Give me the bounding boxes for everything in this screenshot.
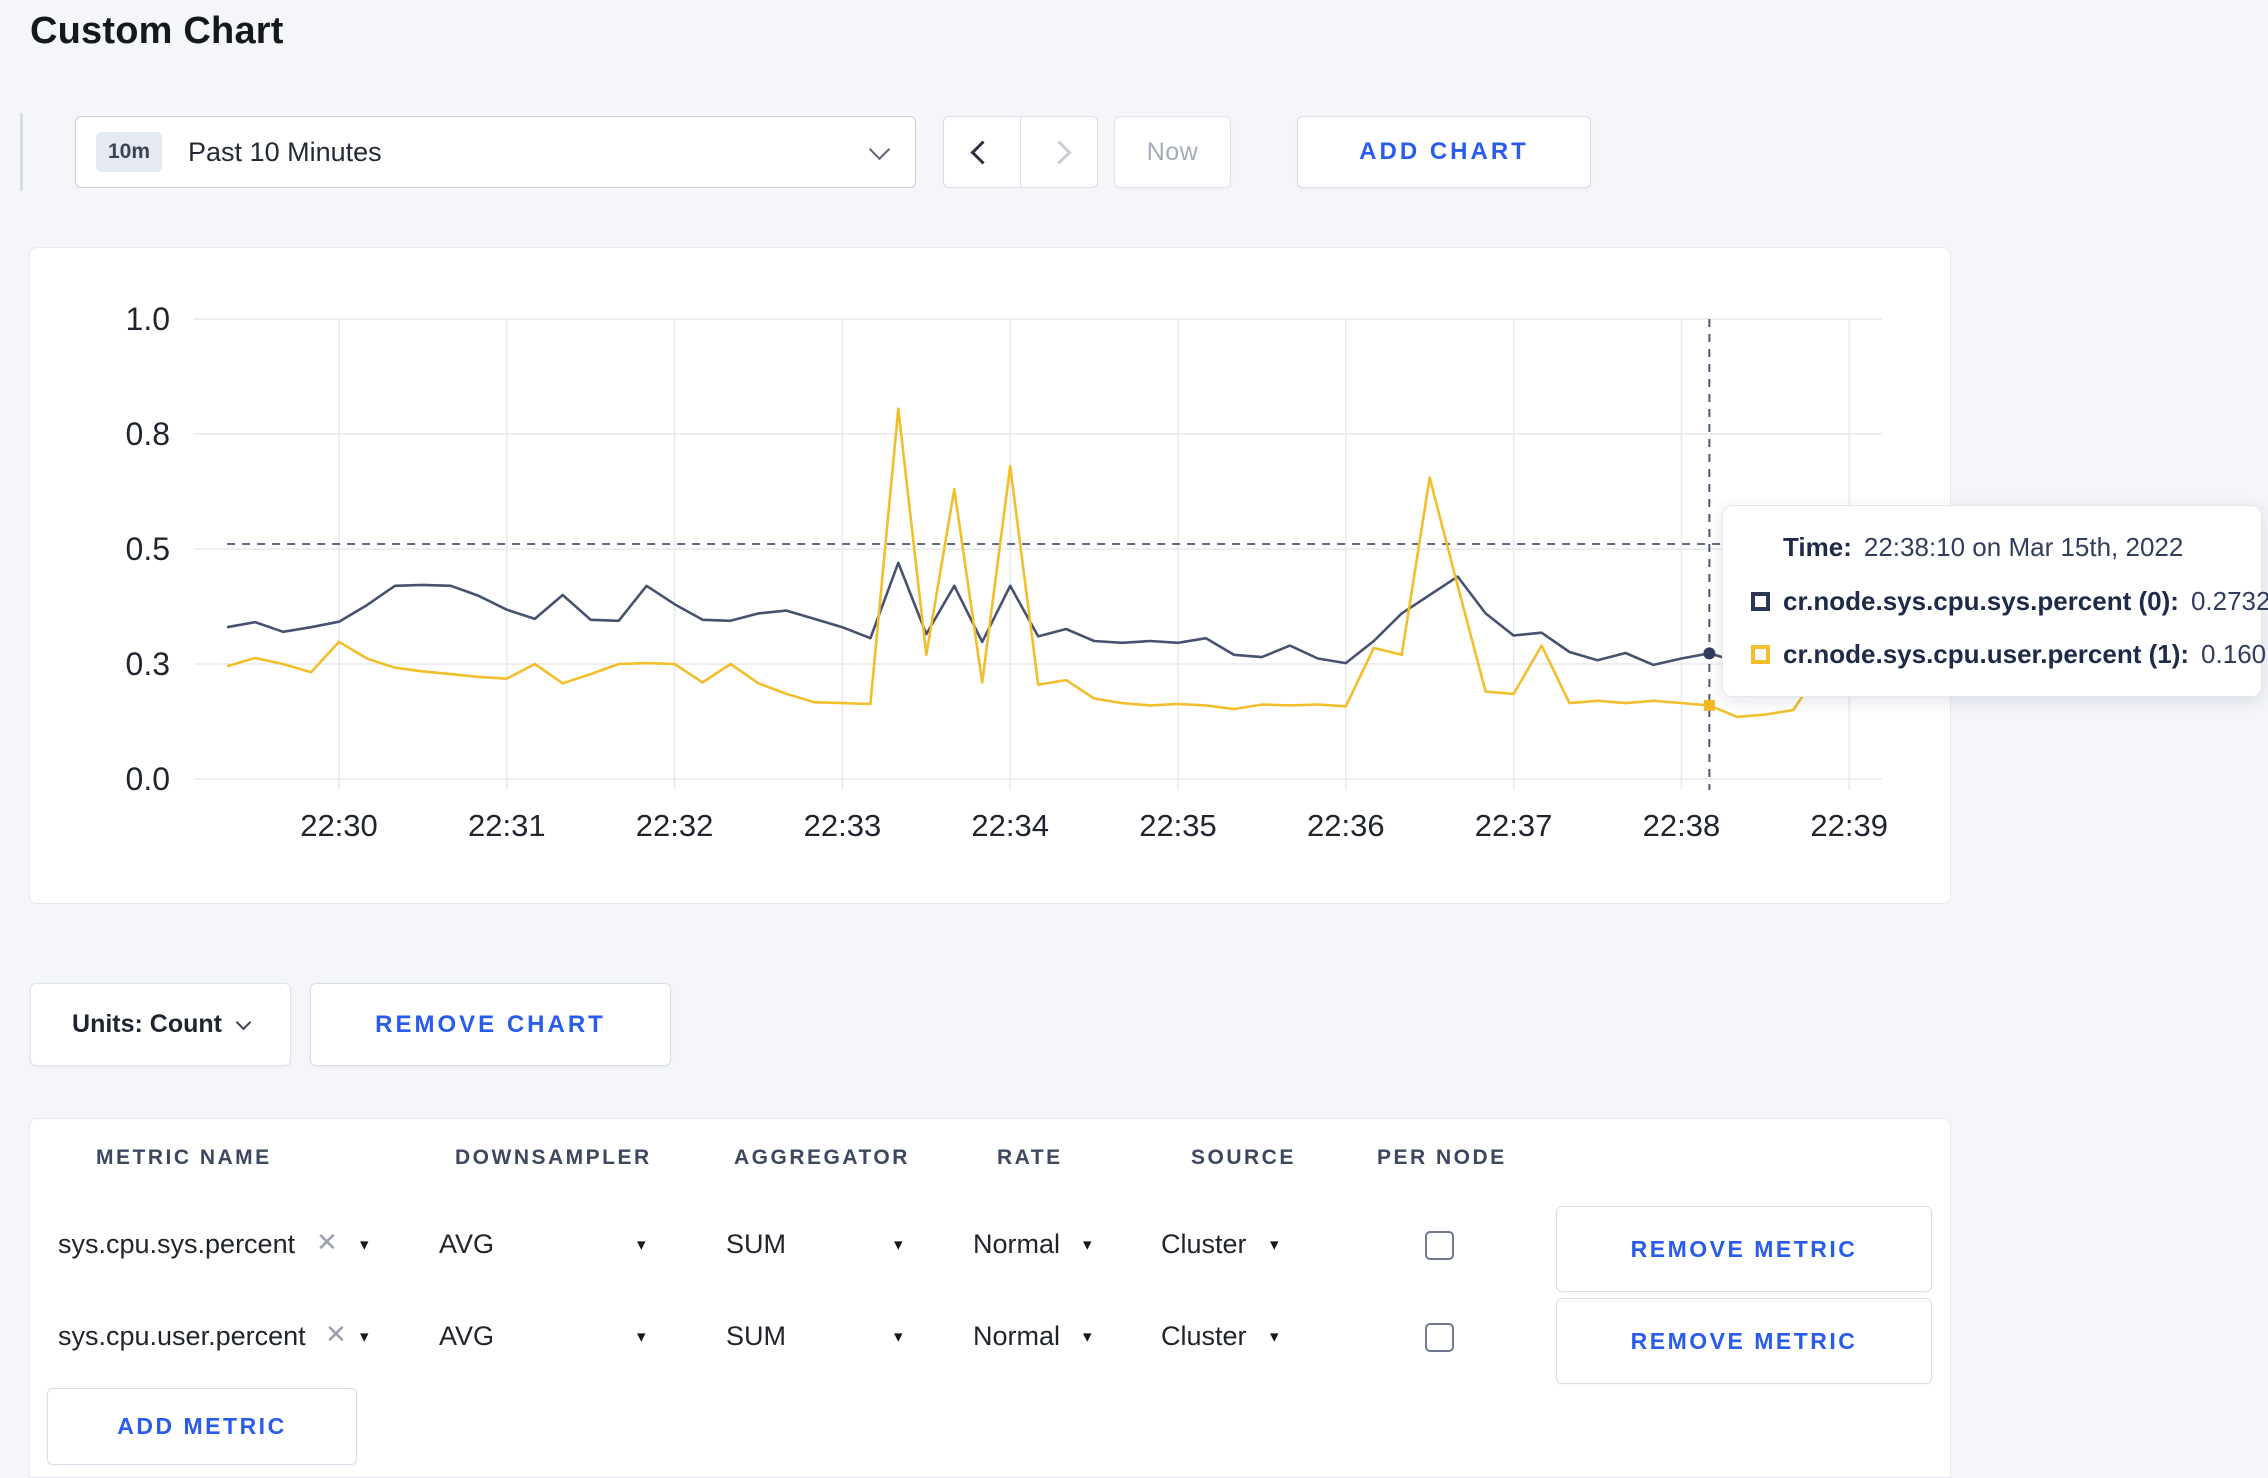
metric-name-caret-icon[interactable]: ▾ [360, 1327, 369, 1347]
page-title: Custom Chart [30, 10, 284, 52]
col-header-downsampler: DOWNSAMPLER [455, 1146, 652, 1169]
add-chart-button[interactable]: ADD CHART [1297, 116, 1591, 188]
downsampler-caret-icon[interactable]: ▾ [637, 1327, 646, 1347]
sys-percent-line [226, 561, 1850, 667]
col-header-aggregator: AGGREGATOR [734, 1146, 910, 1169]
aggregator-caret-icon[interactable]: ▾ [894, 1327, 903, 1347]
metric-name-select[interactable]: sys.cpu.sys.percent [58, 1229, 295, 1260]
sys-hover-marker [1703, 647, 1716, 660]
col-header-source: SOURCE [1191, 1146, 1296, 1169]
tooltip-series-row: cr.node.sys.cpu.sys.percent (0): 0.2732 [1751, 585, 2268, 617]
custom-chart-card: 0.0 0.3 0.5 0.8 1.0 22:30 22:31 22:32 22:33 22:34… [29, 247, 2268, 905]
toolbar-divider [20, 113, 23, 191]
per-node-checkbox[interactable] [1425, 1323, 1454, 1352]
x-axis-tick-label: 22:37 [1475, 808, 1553, 843]
aggregator-select[interactable]: SUM [726, 1321, 786, 1352]
rate-select[interactable]: Normal [973, 1229, 1060, 1260]
remove-metric-button[interactable]: REMOVE METRIC [1556, 1206, 1932, 1292]
y-axis-tick-label: 0.5 [126, 531, 170, 567]
chart-hover-tooltip: Time: 22:38:10 on Mar 15th, 2022 cr.node… [1722, 505, 2268, 697]
tooltip-time-value: 22:38:10 on Mar 15th, 2022 [1863, 532, 2184, 562]
col-header-per-node: PER NODE [1377, 1146, 1507, 1169]
x-axis-tick-label: 22:35 [1139, 808, 1217, 843]
remove-chart-button[interactable]: REMOVE CHART [310, 983, 671, 1066]
col-header-rate: RATE [997, 1146, 1063, 1169]
y-axis-tick-label: 1.0 [126, 301, 170, 337]
x-axis-tick-label: 22:31 [468, 808, 546, 843]
per-node-checkbox[interactable] [1425, 1231, 1454, 1260]
downsampler-select[interactable]: AVG [439, 1321, 494, 1352]
prev-timespan-button[interactable] [944, 117, 1020, 187]
chevron-left-icon [969, 139, 995, 165]
add-metric-button[interactable]: ADD METRIC [47, 1388, 357, 1465]
x-gridlines: 22:30 22:31 22:32 22:33 22:34 22:35 22:36 22:37… [300, 319, 1888, 843]
units-select[interactable]: Units: Count [30, 983, 291, 1066]
time-nav-group [943, 116, 1098, 188]
metric-name-caret-icon[interactable]: ▾ [360, 1235, 369, 1255]
tooltip-series-name: cr.node.sys.cpu.sys.percent (0): [1783, 585, 2179, 616]
x-axis-tick-label: 22:30 [300, 808, 378, 843]
tooltip-series-value: 0.2732 [2190, 585, 2268, 616]
tooltip-time-label: Time: [1783, 532, 1852, 562]
source-caret-icon[interactable]: ▾ [1270, 1235, 1279, 1255]
x-axis-tick-label: 22:32 [636, 808, 714, 843]
source-select[interactable]: Cluster [1161, 1229, 1247, 1260]
next-timespan-button[interactable] [1020, 117, 1097, 187]
y-gridlines: 0.0 0.3 0.5 0.8 1.0 [126, 301, 1882, 797]
user-series-swatch-icon [1751, 645, 1770, 664]
source-select[interactable]: Cluster [1161, 1321, 1247, 1352]
time-range-select[interactable]: 10m Past 10 Minutes [75, 116, 916, 188]
downsampler-caret-icon[interactable]: ▾ [637, 1235, 646, 1255]
tooltip-time-row: Time: 22:38:10 on Mar 15th, 2022 [1751, 532, 2233, 563]
chevron-right-icon [1046, 139, 1072, 165]
chevron-down-icon [868, 138, 891, 160]
x-axis-tick-label: 22:39 [1810, 808, 1888, 843]
tooltip-series-name: cr.node.sys.cpu.user.percent (1): [1783, 639, 2190, 669]
rate-caret-icon[interactable]: ▾ [1083, 1235, 1092, 1255]
source-caret-icon[interactable]: ▾ [1270, 1327, 1279, 1347]
y-axis-tick-label: 0.0 [126, 761, 170, 797]
cpu-percent-chart[interactable]: 0.0 0.3 0.5 0.8 1.0 22:30 22:31 22:32 22:33 22:34… [30, 248, 1952, 905]
tooltip-series-value: 0.1601 [2201, 639, 2268, 669]
metric-name-select[interactable]: sys.cpu.user.percent [58, 1321, 306, 1352]
downsampler-select[interactable]: AVG [439, 1229, 494, 1260]
tooltip-series-row: cr.node.sys.cpu.user.percent (1): 0.1601 [1751, 639, 2268, 670]
remove-metric-button[interactable]: REMOVE METRIC [1556, 1298, 1932, 1384]
col-header-metric-name: METRIC NAME [96, 1146, 272, 1169]
chevron-down-icon [235, 1014, 252, 1031]
metrics-table-card: METRIC NAME DOWNSAMPLER AGGREGATOR RATE … [29, 1118, 1951, 1478]
units-label: Units: Count [72, 1010, 222, 1038]
x-axis-tick-label: 22:38 [1643, 808, 1721, 843]
rate-caret-icon[interactable]: ▾ [1083, 1327, 1092, 1347]
aggregator-caret-icon[interactable]: ▾ [894, 1235, 903, 1255]
x-axis-tick-label: 22:36 [1307, 808, 1385, 843]
y-axis-tick-label: 0.8 [126, 416, 170, 452]
remove-metric-x-icon[interactable]: ✕ [316, 1227, 338, 1258]
now-button[interactable]: Now [1114, 116, 1231, 188]
time-range-badge: 10m [96, 132, 163, 172]
remove-metric-x-icon[interactable]: ✕ [325, 1319, 347, 1350]
y-axis-tick-label: 0.3 [126, 646, 170, 682]
rate-select[interactable]: Normal [973, 1321, 1060, 1352]
aggregator-select[interactable]: SUM [726, 1229, 786, 1260]
user-percent-line [226, 407, 1851, 719]
time-range-label: Past 10 Minutes [188, 136, 382, 167]
x-axis-tick-label: 22:34 [971, 808, 1049, 843]
sys-series-swatch-icon [1751, 591, 1770, 611]
x-axis-tick-label: 22:33 [804, 808, 882, 843]
user-hover-marker [1703, 699, 1715, 711]
